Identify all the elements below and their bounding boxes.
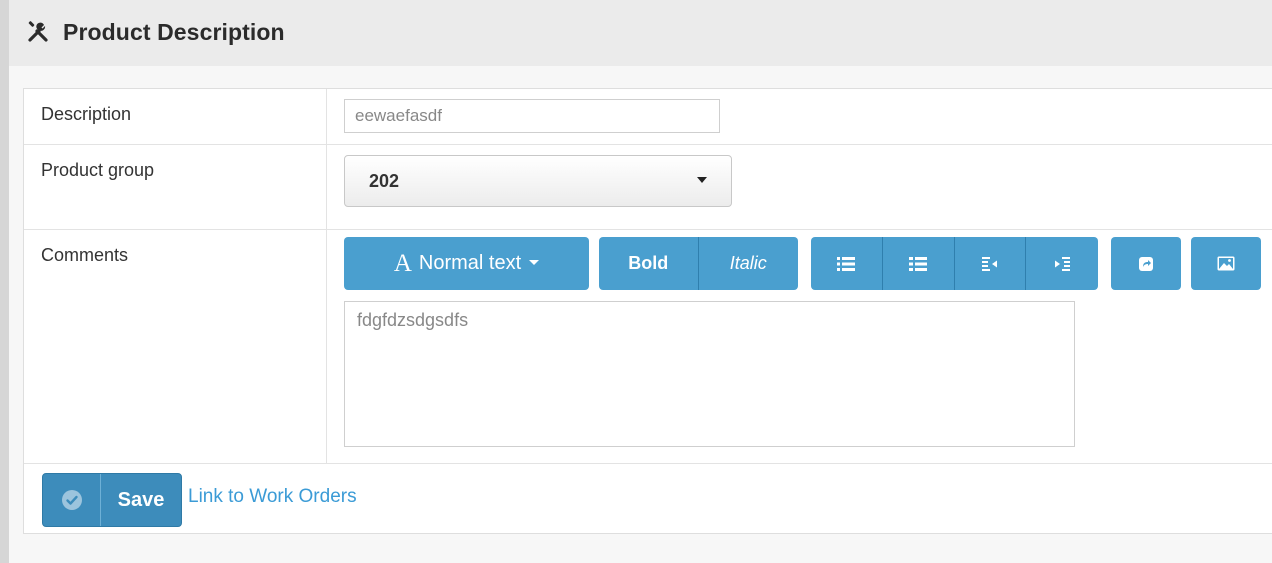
image-icon: [1217, 256, 1235, 271]
page-title: Product Description: [63, 19, 285, 45]
italic-label: Italic: [729, 253, 767, 273]
save-label: Save: [117, 488, 165, 511]
product-description-panel: Product Description Description eewaefas…: [9, 0, 1272, 563]
description-label: Description: [41, 104, 132, 124]
description-row: Description eewaefasdf: [24, 89, 1272, 145]
comments-editor[interactable]: fdgfdzsdgsdfs: [344, 301, 1075, 447]
indent-icon: [1054, 256, 1071, 272]
description-label-cell: Description: [24, 89, 327, 144]
font-glyph: A: [393, 249, 412, 277]
product-group-selected-value: 202: [369, 171, 400, 191]
comments-row: Comments A Normal text Bold Italic fdgfd…: [24, 230, 1272, 464]
indent-button[interactable]: [1026, 237, 1098, 290]
chevron-down-icon: [697, 177, 707, 183]
tools-icon: [27, 21, 49, 43]
product-group-select[interactable]: 202: [344, 155, 732, 207]
save-button[interactable]: Save: [42, 473, 182, 527]
link-to-work-orders[interactable]: Link to Work Orders: [188, 486, 357, 508]
ordered-list-button[interactable]: [882, 237, 955, 290]
editor-toolbar: A Normal text Bold Italic: [344, 237, 1272, 290]
comments-label: Comments: [41, 245, 129, 265]
unordered-list-button[interactable]: [811, 237, 883, 290]
list-group: [811, 237, 1098, 290]
font-style-dropdown-button[interactable]: A Normal text: [344, 237, 589, 290]
bold-button[interactable]: Bold: [599, 237, 699, 290]
unordered-list-icon: [837, 256, 856, 272]
font-style-label: Normal text: [418, 252, 522, 274]
emphasis-group: Bold Italic: [599, 237, 798, 290]
actions-row: Save Link to Work Orders: [24, 464, 1272, 533]
product-group-label: Product group: [41, 160, 155, 180]
panel-body: Description eewaefasdf Product group 202…: [9, 66, 1272, 563]
link-group: [1111, 237, 1181, 290]
comments-label-cell: Comments: [24, 230, 327, 463]
product-group-row: Product group 202: [24, 145, 1272, 230]
insert-link-button[interactable]: [1111, 237, 1181, 290]
caret-down-icon: [529, 260, 540, 265]
form-table: Description eewaefasdf Product group 202…: [23, 88, 1272, 534]
ordered-list-icon: [909, 256, 928, 272]
italic-button[interactable]: Italic: [698, 237, 798, 290]
image-group: [1191, 237, 1261, 290]
link-icon: [1138, 256, 1154, 272]
save-icon-wrap: [43, 474, 101, 526]
font-style-group: A Normal text: [344, 237, 589, 290]
insert-image-button[interactable]: [1191, 237, 1261, 290]
panel-header: Product Description: [9, 0, 1272, 67]
outdent-button[interactable]: [954, 237, 1027, 290]
product-group-label-cell: Product group: [24, 145, 327, 229]
check-circle-icon: [61, 489, 83, 511]
outdent-icon: [981, 256, 998, 272]
description-input[interactable]: eewaefasdf: [344, 99, 720, 133]
bold-label: Bold: [628, 253, 669, 273]
